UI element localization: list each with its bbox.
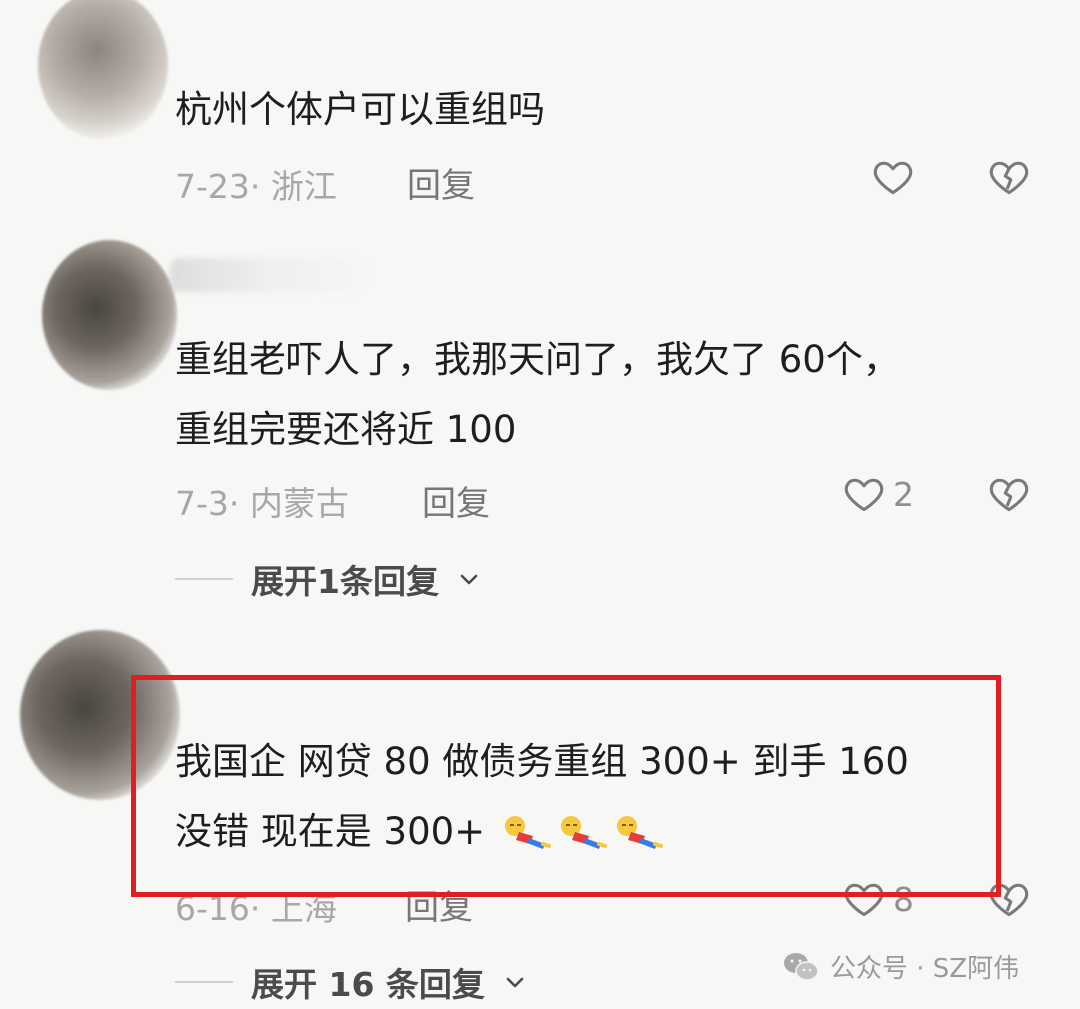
like-button[interactable]: 2 xyxy=(841,472,914,516)
watermark-text: 公众号 · SZ阿伟 xyxy=(830,954,1020,984)
comment-text: 杭州个体户可以重组吗 xyxy=(175,88,545,131)
comment-text-line-1: 重组老吓人了，我那天问了，我欠了 60个， xyxy=(175,338,900,381)
broken-heart-icon xyxy=(989,478,1029,512)
broken-heart-icon xyxy=(989,161,1029,195)
like-count: 2 xyxy=(893,474,914,514)
expand-replies-label: 展开 16 条回复 xyxy=(251,965,485,1004)
divider xyxy=(175,981,233,983)
reply-button[interactable]: 回复 xyxy=(407,158,475,207)
expand-replies-button[interactable]: 展开1条回复 xyxy=(175,555,481,603)
heart-icon xyxy=(873,161,913,195)
expand-replies-label: 展开1条回复 xyxy=(251,562,439,601)
highlight-box xyxy=(131,675,1001,897)
reply-button[interactable]: 回复 xyxy=(422,476,490,525)
comment-date-location: 7-3· 内蒙古 xyxy=(175,484,349,523)
wechat-icon xyxy=(784,952,819,981)
nickname[interactable] xyxy=(170,258,370,292)
chevron-down-icon xyxy=(506,977,524,988)
watermark: 公众号 · SZ阿伟 xyxy=(782,948,1019,985)
dislike-button[interactable] xyxy=(986,472,1032,520)
divider xyxy=(175,578,233,580)
expand-replies-button[interactable]: 展开 16 条回复 xyxy=(175,958,527,1006)
dislike-button[interactable] xyxy=(986,155,1032,203)
comment-date-location: 7-23· 浙江 xyxy=(175,167,337,206)
chevron-down-icon xyxy=(460,574,478,585)
comment-text-line-2: 重组完要还将近 100 xyxy=(175,408,517,451)
avatar[interactable] xyxy=(38,0,168,140)
avatar[interactable] xyxy=(42,240,177,390)
like-button[interactable] xyxy=(870,155,922,199)
heart-icon xyxy=(844,478,884,512)
